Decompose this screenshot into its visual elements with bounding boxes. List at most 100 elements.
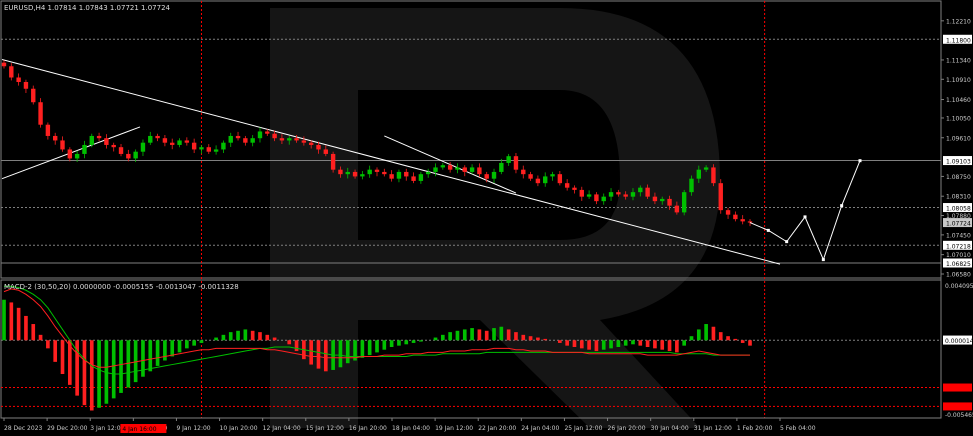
candle-body	[74, 153, 80, 159]
candle-body	[747, 221, 753, 223]
candle-body	[82, 144, 87, 154]
time-tick-label: 15 Jan 12:00	[306, 425, 344, 432]
candle-body	[45, 124, 51, 136]
candle-body	[718, 183, 723, 211]
candle-body	[104, 138, 109, 145]
candle-body	[206, 147, 211, 152]
price-tag-label: 1.11800	[946, 37, 971, 44]
candle-body	[572, 187, 577, 190]
candle-body	[221, 142, 226, 150]
candle-body	[521, 169, 526, 175]
candle-body	[257, 131, 263, 139]
candle-body	[301, 140, 307, 143]
candle-body	[330, 153, 336, 170]
price-tick-label: 1.09610	[946, 135, 971, 142]
candle-body	[243, 138, 248, 143]
macd-tag-label: 0.000014	[945, 338, 973, 345]
price-tag-label: 1.08058	[946, 206, 971, 213]
price-tag-label: 1.07724	[946, 221, 971, 228]
candle-body	[623, 194, 628, 197]
trading-chart[interactable]: 1.12210 1.11800 1.11340 1.10910 1.10460 1.100…	[0, 0, 973, 436]
price-tick-label: 1.08310	[946, 194, 971, 201]
price-tick-label: 1.11340	[946, 57, 971, 64]
candle-body	[191, 142, 197, 150]
candle-body	[228, 135, 233, 143]
price-tick-label: 1.07010	[946, 252, 971, 259]
candle-body	[477, 167, 482, 175]
time-tick-label: 18 Jan 04:00	[392, 425, 430, 432]
candle-body	[725, 210, 731, 215]
candle-body	[287, 138, 292, 141]
highlighted-time-label: 4 Jan 16:00	[122, 426, 156, 433]
candle-body	[9, 66, 14, 78]
candle-body	[367, 169, 372, 175]
candle-body	[170, 142, 175, 145]
candle-body	[543, 176, 548, 184]
candle-body	[440, 165, 446, 168]
candle-body	[16, 77, 21, 82]
candle-body	[660, 198, 665, 202]
time-tick-label: 9 Jan 12:00	[176, 425, 210, 432]
candle-body	[601, 196, 606, 202]
time-tick-label: 29 Dec 20:00	[47, 425, 88, 432]
candle-body	[506, 156, 511, 163]
candle-body	[184, 140, 190, 143]
price-tick-label: 1.10910	[946, 77, 971, 84]
candle-body	[323, 149, 328, 154]
time-tick-label: 25 Jan 12:00	[564, 425, 602, 432]
price-tag-label: 1.09103	[946, 159, 971, 166]
candle-body	[484, 174, 489, 179]
candle-body	[696, 169, 701, 179]
symbol-info: EURUSD,H4 1.07814 1.07843 1.07721 1.0772…	[4, 4, 171, 12]
price-tick-label: 1.06580	[946, 272, 971, 279]
candle-body	[38, 102, 43, 125]
candle-body	[469, 167, 475, 172]
candle-body	[711, 167, 716, 184]
candle-body	[345, 171, 350, 175]
time-tick-label: 1 Feb 20:00	[737, 425, 773, 432]
forecast-point	[821, 258, 825, 262]
macd-tick-label: -0.005465	[945, 412, 973, 419]
time-tick-label: 30 Jan 04:00	[651, 425, 689, 432]
candle-body	[118, 147, 124, 154]
candle-body	[586, 194, 592, 197]
candle-body	[616, 192, 621, 195]
candle-body	[96, 135, 102, 139]
candle-body	[308, 142, 314, 145]
candle-body	[177, 140, 182, 145]
candle-body	[564, 183, 570, 188]
candle-body	[513, 156, 519, 170]
candle-body	[382, 171, 387, 175]
candle-body	[374, 169, 380, 172]
candle-body	[608, 192, 614, 197]
candle-body	[681, 192, 687, 213]
candle-body	[652, 196, 658, 202]
candle-body	[213, 149, 219, 152]
candle-body	[67, 149, 73, 159]
candle-body	[491, 171, 497, 179]
forecast-point	[840, 204, 844, 208]
time-tick-label: 28 Dec 2023	[4, 425, 43, 432]
candle-body	[447, 165, 453, 170]
price-tick-label: 1.10460	[946, 97, 971, 104]
candle-body	[579, 189, 584, 197]
candle-body	[265, 131, 270, 134]
candle-body	[279, 138, 285, 141]
price-tick-label: 1.08750	[946, 174, 971, 181]
forecast-point	[803, 215, 807, 219]
candle-body	[499, 162, 504, 172]
candle-body	[389, 174, 394, 179]
candle-body	[703, 167, 709, 170]
candle-body	[557, 174, 563, 184]
candle-body	[23, 81, 29, 89]
candle-body	[162, 138, 168, 143]
candle-body	[294, 138, 299, 141]
candle-body	[733, 214, 738, 220]
candle-body	[53, 135, 58, 141]
candle-body	[235, 135, 241, 139]
time-tick-label: 24 Jan 04:00	[521, 425, 559, 432]
candle-body	[250, 138, 255, 143]
macd-red-tag	[943, 402, 972, 411]
time-tick-label: 19 Jan 12:00	[435, 425, 473, 432]
macd-info: MACD-2 (30,50,20) 0.0000000 -0.0005155 -…	[4, 283, 239, 291]
